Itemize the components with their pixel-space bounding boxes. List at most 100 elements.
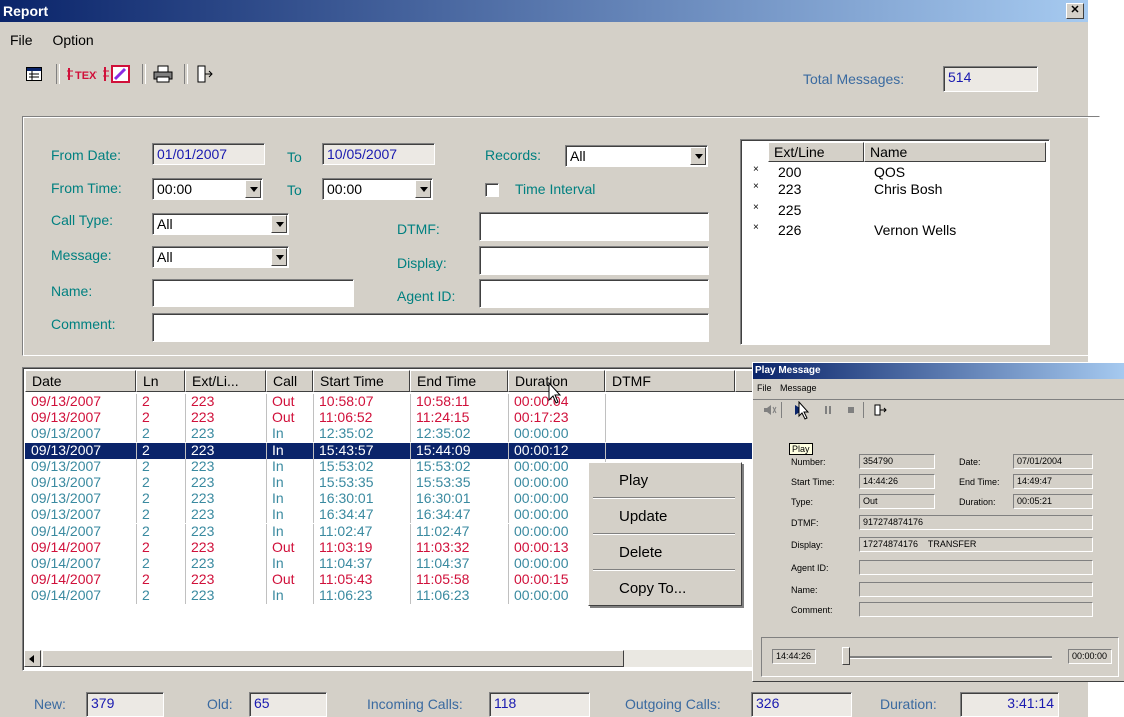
playback-slider-thumb[interactable] — [842, 647, 850, 665]
name-label: Name: — [51, 283, 93, 299]
menu-message[interactable]: Message — [780, 383, 817, 393]
column-divider — [185, 588, 186, 605]
title-bar[interactable]: Report ✕ — [0, 0, 1088, 22]
column-divider — [508, 572, 509, 589]
column-divider — [508, 475, 509, 491]
column-divider — [410, 507, 411, 524]
name-field[interactable] — [152, 279, 354, 307]
menu-item-update[interactable]: Update — [619, 508, 667, 525]
column-divider — [185, 394, 186, 410]
column-divider — [508, 394, 509, 410]
menu-item-copy-to[interactable]: Copy To... — [619, 580, 686, 597]
menu-separator — [593, 569, 735, 571]
menu-file[interactable]: File — [10, 32, 33, 48]
name-field[interactable] — [859, 582, 1093, 597]
comment-field[interactable] — [859, 602, 1093, 617]
close-button[interactable]: ✕ — [1066, 3, 1084, 19]
dtmf-column-header[interactable]: DTMF — [605, 370, 735, 392]
dtmf-field[interactable] — [479, 212, 709, 241]
menu-separator — [593, 497, 735, 499]
from-time-label: From Time: — [51, 180, 122, 196]
pause-icon[interactable] — [823, 404, 835, 419]
play-message-title[interactable]: Play Message — [753, 363, 1124, 379]
name-column-header[interactable]: Name — [864, 142, 1046, 162]
exit-icon[interactable] — [873, 404, 887, 419]
name-label: Name: — [791, 585, 818, 595]
start-time-column-header[interactable]: Start Time — [313, 370, 410, 392]
cell-ext: 223 — [191, 522, 215, 539]
cell-date: 09/14/2007 — [31, 555, 102, 571]
date-column-header[interactable]: Date — [25, 370, 136, 392]
playback-track[interactable] — [842, 656, 1052, 659]
ln-column-header[interactable]: Ln — [136, 370, 185, 392]
text-export-icon[interactable]: TEXT — [66, 62, 98, 86]
column-divider — [313, 410, 314, 427]
chevron-down-icon[interactable] — [271, 215, 287, 233]
menu-item-delete[interactable]: Delete — [619, 544, 662, 561]
chevron-down-icon[interactable] — [271, 248, 287, 266]
menu-file[interactable]: File — [757, 383, 772, 393]
cell-start: 11:06:52 — [319, 409, 373, 426]
chevron-down-icon[interactable] — [245, 180, 261, 198]
end-time-column-header[interactable]: End Time — [410, 370, 508, 392]
column-divider — [185, 442, 186, 459]
menu-option[interactable]: Option — [52, 32, 93, 48]
list-item[interactable]: × 200 QOS — [741, 164, 1041, 181]
duration-label: Duration: — [959, 497, 996, 507]
to-date-field[interactable]: 10/05/2007 — [322, 143, 435, 165]
list-item[interactable]: × 223 Chris Bosh — [741, 181, 1041, 198]
print-icon[interactable] — [152, 62, 174, 86]
cell-date: 09/14/2007 — [31, 587, 102, 604]
row-marker: × — [753, 202, 759, 213]
ext-column-header[interactable]: Ext/Line — [768, 142, 864, 162]
menu-item-play[interactable]: Play — [619, 472, 648, 489]
call-type-label: Call Type: — [51, 212, 113, 228]
scroll-thumb[interactable] — [42, 650, 624, 667]
agent-id-field[interactable] — [859, 560, 1093, 575]
ext-value: 226 — [778, 222, 802, 238]
to-time-select[interactable]: 00:00 — [322, 178, 433, 200]
list-item[interactable]: × 226 Vernon Wells — [741, 222, 1041, 239]
call-column-header[interactable]: Call — [266, 370, 313, 392]
from-date-field[interactable]: 01/01/2007 — [152, 143, 265, 165]
mouse-cursor-icon — [798, 400, 812, 424]
row-marker: × — [753, 164, 759, 175]
cell-ln: 2 — [142, 555, 150, 571]
cell-ext: 223 — [191, 425, 215, 442]
chevron-down-icon[interactable] — [690, 147, 706, 165]
agent-id-field[interactable] — [479, 279, 709, 308]
column-divider — [508, 426, 509, 443]
name-value: Vernon Wells — [874, 222, 957, 238]
scroll-left-icon[interactable] — [24, 650, 41, 667]
dtmf-field: 917274874176 — [859, 515, 1093, 530]
column-divider — [313, 507, 314, 524]
from-time-select[interactable]: 00:00 — [152, 178, 263, 200]
cell-ln: 2 — [142, 425, 150, 442]
to-date-label: To — [287, 149, 302, 165]
exit-icon[interactable] — [194, 62, 216, 86]
from-date-label: From Date: — [51, 147, 122, 163]
list-item[interactable]: × 225 — [741, 202, 1041, 219]
column-divider — [185, 572, 186, 589]
call-type-select[interactable]: All — [152, 213, 289, 235]
message-select[interactable]: All — [152, 246, 289, 268]
cell-ext: 223 — [191, 587, 215, 604]
chevron-down-icon[interactable] — [415, 180, 431, 198]
column-divider — [313, 426, 314, 443]
report-view-icon[interactable] — [24, 62, 44, 86]
cell-dur: 00:00:00 — [514, 506, 569, 523]
cell-dur: 00:00:00 — [514, 490, 569, 507]
ext-column-header[interactable]: Ext/Li... — [185, 370, 266, 392]
comment-field[interactable] — [152, 313, 709, 342]
column-divider — [313, 539, 314, 556]
context-menu: Play Update Delete Copy To... — [588, 462, 742, 606]
display-field[interactable] — [479, 246, 709, 275]
edit-export-icon[interactable] — [102, 62, 134, 86]
start-time-label: Start Time: — [791, 477, 835, 487]
speaker-icon[interactable] — [763, 404, 777, 419]
records-select[interactable]: All — [565, 145, 708, 167]
stop-icon[interactable] — [845, 404, 857, 419]
extension-list[interactable]: Ext/Line Name × 200 QOS × 223 Chris Bosh… — [740, 139, 1050, 345]
column-divider — [185, 475, 186, 491]
time-interval-checkbox[interactable] — [485, 183, 499, 197]
